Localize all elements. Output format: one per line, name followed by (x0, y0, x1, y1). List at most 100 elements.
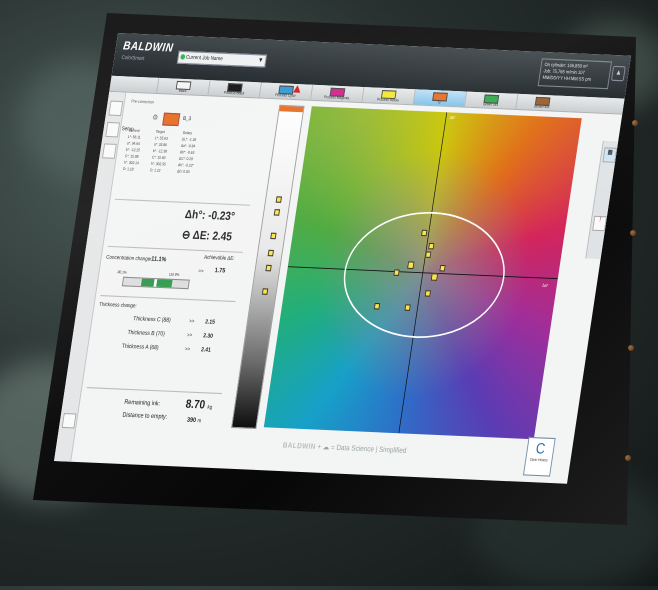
thickness-title: Thickness change: (98, 301, 138, 310)
ink-button[interactable]: Process Black (207, 80, 261, 98)
plot-point (424, 290, 432, 297)
value-cell: D: 1.18 (122, 166, 134, 172)
tab-chart[interactable]: ▦ (602, 147, 618, 163)
achievable-arrow: >> (197, 268, 205, 275)
footer-plus: + (316, 443, 322, 452)
menu-logo-icon[interactable]: ▲ (610, 65, 626, 82)
value-cell: D: 1.22 (149, 168, 161, 173)
delta-e-icon: ⊖ (181, 228, 192, 242)
clear-history-button[interactable]: C Clear History (522, 436, 556, 477)
job-select[interactable]: Current Job Name ▼ (176, 50, 267, 68)
info-line: MM/DD/YY HH:MM:SS pm (542, 74, 592, 83)
thickness-value: 2.15 (204, 319, 216, 326)
ink-label: Process Cyan (274, 92, 296, 98)
plot-point (428, 242, 435, 250)
color-plot[interactable]: Δb* Δa* (263, 106, 582, 440)
ink-button[interactable]: Process Yellow (361, 87, 415, 105)
lightness-point (267, 249, 274, 257)
remaining-unit: kg (206, 404, 213, 411)
thickness-label: Thickness B (70) (127, 329, 166, 338)
lightness-point (261, 288, 269, 295)
ink-label: Process Magenta (323, 94, 350, 101)
concentration-slider[interactable] (121, 276, 190, 290)
thickness-value: 2.30 (202, 333, 214, 340)
plot-point (421, 229, 428, 237)
ink-button[interactable]: Process Magenta (310, 84, 364, 102)
value-cell: ΔD: 0.03 (176, 169, 190, 175)
clear-icon: C (534, 439, 547, 457)
sample-swatch (162, 112, 181, 127)
ink-label: Green 3xx (482, 102, 499, 107)
brand-subtitle: ColorSmart (121, 54, 145, 63)
axis-label-right: Δa* (541, 282, 549, 288)
ink-button[interactable]: Process Cyan (258, 82, 313, 100)
sidebar-button[interactable] (108, 100, 124, 117)
plot-point (393, 269, 400, 276)
sample-label: B_3 (182, 115, 192, 123)
job-name: Current Job Name (185, 54, 224, 63)
brand-logo: BALDWIN (122, 39, 175, 55)
plot-point (430, 273, 439, 281)
remaining-number: 8.70 (184, 397, 206, 412)
divider (107, 245, 243, 253)
lightness-point (275, 196, 282, 203)
sidebar-button[interactable] (101, 143, 117, 159)
divider (86, 387, 222, 395)
delta-e-value: 2.45 (211, 230, 233, 244)
thickness-label: Thickness A (68) (121, 343, 159, 352)
ink-button[interactable]: Black (156, 77, 210, 96)
thickness-label: Thickness C (88) (132, 315, 172, 324)
delta-h: Δh°: -0.23° (184, 208, 236, 223)
ink-button[interactable]: Green 3xx (463, 91, 518, 109)
bezel-screw (625, 455, 631, 461)
ink-button[interactable]: Brown 4xx (515, 93, 569, 112)
footer-tagline: Data Science | Simplified (335, 444, 407, 456)
delta-h-label: Δh°: (184, 208, 207, 223)
thickness-arrow: >> (184, 346, 191, 353)
remaining-value: 8.70 kg (185, 398, 214, 412)
ink-label: Process Yellow (376, 97, 400, 103)
lightness-point (265, 264, 272, 272)
concentration-value: -11.1% (148, 256, 167, 264)
chevron-down-icon: ▼ (257, 57, 264, 65)
ink-label: Process Black (223, 90, 245, 96)
plot-point (404, 304, 411, 311)
achievable-value: 1.75 (214, 267, 226, 275)
footer-brand: BALDWIN + ☁ = Data Science | Simplified (282, 441, 407, 455)
delta-e-label: ΔE: (191, 229, 211, 243)
achievable-label: Achievable ΔE: (203, 254, 236, 263)
plot-point (407, 261, 415, 270)
bezel-screw (628, 345, 634, 351)
concentration-min: -90.1% (116, 269, 127, 275)
footer-brand-name: BALDWIN (282, 442, 317, 452)
clear-history-label: Clear History (529, 457, 549, 463)
job-info-box: On cylinder: 146,850 m² Job: 75,765 m/mi… (537, 58, 613, 90)
bezel-screw (630, 230, 636, 236)
plot-point (439, 264, 446, 272)
ink-label: Black (178, 88, 188, 94)
plot-overlay (287, 112, 558, 434)
ink-label: Brown 4xx (533, 104, 550, 110)
divider (100, 295, 236, 303)
axis-label-top: Δb* (449, 114, 456, 121)
sidebar-button[interactable] (61, 412, 77, 429)
gear-icon[interactable]: ⚙ (152, 113, 159, 122)
precorrection-toggle[interactable]: Pre-correction (131, 98, 154, 104)
divider (114, 198, 250, 206)
ink-label: G (437, 100, 441, 105)
tab-alert[interactable]: ! (592, 215, 607, 232)
plot-axis-horizontal (287, 266, 558, 280)
delta-h-value: -0.23° (207, 209, 236, 224)
sidebar-button[interactable] (105, 121, 121, 138)
distance-value: 390 m (186, 417, 201, 424)
remaining-label: Remaining ink: (123, 399, 161, 408)
lightness-point (270, 232, 277, 240)
ink-button[interactable]: G (412, 89, 467, 107)
bezel-screw (632, 120, 638, 126)
plot-point (425, 251, 432, 258)
concentration-max: 110.9% (168, 272, 180, 277)
lab-values: Current Target Deltas L*: 56.11 L*: 55.63… (122, 128, 264, 179)
concentration-label: Concentration change: (105, 254, 152, 263)
distance-unit: m (196, 417, 202, 425)
thickness-arrow: >> (186, 332, 193, 339)
